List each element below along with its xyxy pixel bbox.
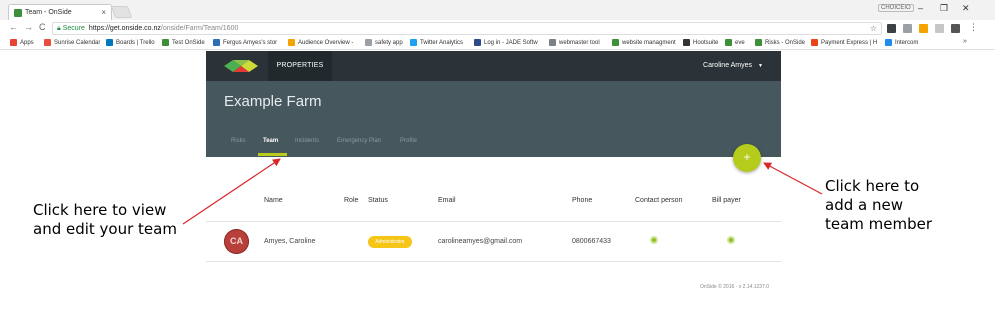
- arrow-to-team-tab: [182, 158, 281, 225]
- annotation-arrows: [182, 158, 823, 225]
- arrow-to-add-button: [763, 162, 823, 195]
